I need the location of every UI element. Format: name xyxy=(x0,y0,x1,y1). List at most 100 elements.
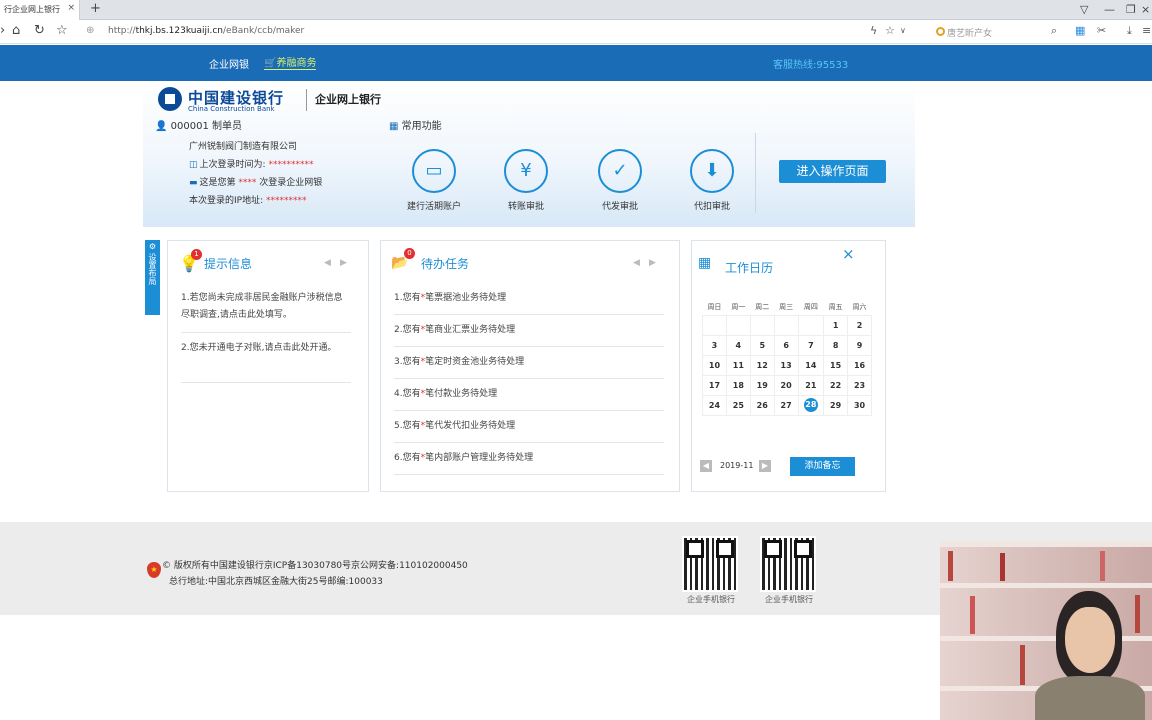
apps-icon[interactable]: ▦ xyxy=(1075,24,1085,37)
lightning-icon[interactable]: ϟ xyxy=(870,24,877,37)
calendar-day[interactable]: 5 xyxy=(749,334,775,356)
todo-item[interactable]: 5.您有*笔代发代扣业务待处理 xyxy=(394,411,664,443)
security-icon[interactable]: ⊕ xyxy=(86,25,94,36)
calendar-day[interactable]: 7 xyxy=(797,334,825,356)
calendar-day[interactable]: 15 xyxy=(823,354,849,376)
clock-icon: ◫ xyxy=(189,160,198,170)
close-tab-icon[interactable]: × xyxy=(67,3,75,13)
grid-icon: ▦ xyxy=(389,121,399,132)
ccb-logo-icon xyxy=(158,87,182,111)
new-tab-icon[interactable]: + xyxy=(90,1,101,16)
todo-item[interactable]: 6.您有*笔内部账户管理业务待处理 xyxy=(394,443,664,475)
bookshelf xyxy=(940,541,1152,547)
todo-item[interactable]: 2.您有*笔商业汇票业务待处理 xyxy=(394,315,664,347)
prev-arrow-icon[interactable]: ◀ xyxy=(324,258,331,268)
calendar-day[interactable]: 16 xyxy=(847,354,872,376)
menu-icon[interactable]: ≡ xyxy=(1142,24,1151,37)
calendar-day[interactable]: 6 xyxy=(773,334,799,356)
tips-title: 提示信息 xyxy=(204,257,253,271)
nav-finance[interactable]: 🛒养融商务 xyxy=(264,54,317,70)
calendar-day[interactable]: 30 xyxy=(847,394,872,416)
favorite-icon[interactable]: ☆ xyxy=(56,23,68,38)
ip-value: ********* xyxy=(266,196,307,206)
todo-item[interactable]: 3.您有*笔定时资金池业务待处理 xyxy=(394,347,664,379)
calendar-day[interactable]: 13 xyxy=(773,354,799,376)
calendar-title: 工作日历 xyxy=(725,261,774,275)
func-transfer-approval[interactable]: ¥ 转账审批 xyxy=(491,149,561,212)
calendar-day[interactable]: 24 xyxy=(702,394,727,416)
search-input[interactable]: 唐艺昕产女 xyxy=(933,24,1068,40)
dropdown-icon[interactable]: ∨ xyxy=(900,26,906,35)
calendar-day[interactable]: 23 xyxy=(847,374,872,396)
calendar-day[interactable]: 10 xyxy=(702,354,727,376)
maximize-icon[interactable]: ❐ xyxy=(1126,3,1136,16)
close-icon[interactable]: × xyxy=(842,245,855,263)
calendar-day[interactable]: 12 xyxy=(749,354,775,376)
tip-item[interactable]: 1.若您尚未完成非居民金融账户涉税信息尽职调查,请点击此处填写。 xyxy=(181,290,351,324)
todo-card: 📂 0 待办任务 ◀ ▶ 1.您有*笔票据池业务待处理 2.您有*笔商业汇票业务… xyxy=(380,240,680,492)
calendar-empty xyxy=(749,314,775,336)
calendar-day[interactable]: 22 xyxy=(823,374,849,396)
calendar-day[interactable]: 14 xyxy=(797,354,825,376)
copyright: © 版权所有中国建设银行京ICP备13030780号京公网安备:11010200… xyxy=(162,561,468,571)
book xyxy=(948,551,953,581)
func-payroll-approval[interactable]: ✓ 代发审批 xyxy=(585,149,655,212)
calendar-day[interactable]: 18 xyxy=(725,374,751,396)
calendar-day[interactable]: 3 xyxy=(702,334,727,356)
calendar-day[interactable]: 20 xyxy=(773,374,799,396)
url-field[interactable]: http://thkj.bs.123kuaiji.cn/eBank/ccb/ma… xyxy=(108,26,304,36)
calendar-day[interactable]: 25 xyxy=(725,394,751,416)
todo-suffix: 笔票据池业务待处理 xyxy=(425,293,507,303)
close-window-icon[interactable]: × xyxy=(1141,3,1150,16)
tip-item[interactable]: 2.您未开通电子对账,请点击此处开通。 xyxy=(181,340,351,357)
nav-corp-ebank[interactable]: 企业网银 xyxy=(209,56,249,71)
weekday-label: 周二 xyxy=(755,302,770,311)
prev-arrow-icon[interactable]: ◀ xyxy=(633,258,640,268)
forward-icon[interactable]: › xyxy=(0,23,5,38)
company-name: 广州锐制阀门制造有限公司 xyxy=(189,142,298,152)
todo-suffix: 笔内部账户管理业务待处理 xyxy=(425,453,534,463)
bookmark-star-icon[interactable]: ☆ xyxy=(885,24,895,37)
calendar-day[interactable]: 21 xyxy=(797,374,825,396)
next-arrow-icon[interactable]: ▶ xyxy=(340,258,347,268)
minimize-icon[interactable]: — xyxy=(1104,3,1115,16)
func-deduction-approval[interactable]: ⬇ 代扣审批 xyxy=(677,149,747,212)
todo-item[interactable]: 1.您有*笔票据池业务待处理 xyxy=(394,283,664,315)
prev-month-icon[interactable]: ◀ xyxy=(700,460,712,472)
pin-icon[interactable]: ▽ xyxy=(1080,3,1088,16)
weekday-header: 周日 周一 周二 周三 周四 周五 周六 xyxy=(703,299,872,315)
calendar-day[interactable]: 1 xyxy=(823,314,849,336)
calendar-week: 12 xyxy=(702,314,872,336)
calendar-day[interactable]: 9 xyxy=(847,334,872,356)
download-icon[interactable]: ⤓ xyxy=(1127,24,1132,38)
add-note-button[interactable]: 添加备忘 xyxy=(790,457,855,476)
func-current-account[interactable]: ▭ 建行活期账户 xyxy=(399,149,469,212)
qr-code-icon xyxy=(760,536,816,592)
next-arrow-icon[interactable]: ▶ xyxy=(649,258,656,268)
calendar-day[interactable]: 26 xyxy=(749,394,775,416)
todo-item[interactable]: 4.您有*笔付款业务待处理 xyxy=(394,379,664,411)
login-count-value: **** xyxy=(238,178,257,188)
refresh-icon[interactable]: ↻ xyxy=(34,23,45,38)
calendar-day[interactable]: 11 xyxy=(725,354,751,376)
police-emblem-icon: ★ xyxy=(147,562,161,578)
next-month-icon[interactable]: ▶ xyxy=(759,460,771,472)
search-engine-icon xyxy=(936,27,945,36)
scissors-icon[interactable]: ✂ xyxy=(1097,24,1106,37)
home-icon[interactable]: ⌂ xyxy=(12,23,20,38)
url-path: /eBank/ccb/maker xyxy=(223,26,305,36)
search-icon[interactable]: ⌕ xyxy=(1051,24,1057,38)
qr-code-2[interactable]: 企业手机银行 xyxy=(760,536,818,605)
calendar-day[interactable]: 19 xyxy=(749,374,775,396)
calendar-day[interactable]: 17 xyxy=(702,374,727,396)
enter-operation-button[interactable]: 进入操作页面 xyxy=(779,160,886,183)
calendar-day[interactable]: 27 xyxy=(773,394,799,416)
calendar-day[interactable]: 29 xyxy=(823,394,849,416)
calendar-day[interactable]: 2 xyxy=(847,314,872,336)
calendar-day[interactable]: 4 xyxy=(725,334,751,356)
calendar-day[interactable]: 28 xyxy=(797,394,825,416)
qr-code-1[interactable]: 企业手机银行 xyxy=(682,536,740,605)
calendar-day[interactable]: 8 xyxy=(823,334,849,356)
browser-tab[interactable]: 行企业网上银行 × xyxy=(0,0,80,20)
layout-settings-tab[interactable]: ⚙ 设置布局 xyxy=(145,240,160,315)
